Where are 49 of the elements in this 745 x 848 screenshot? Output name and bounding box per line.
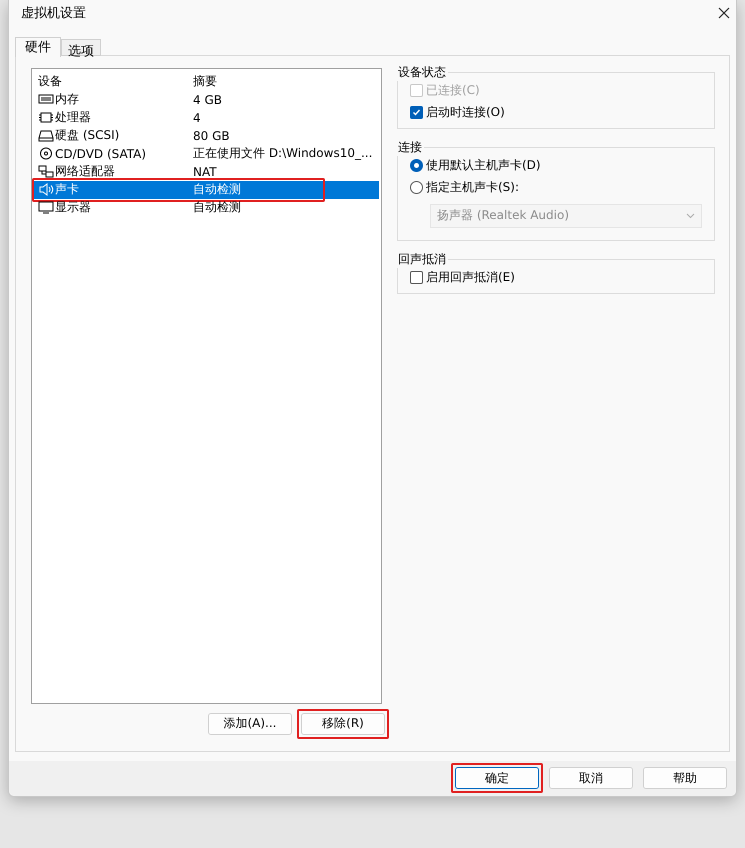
caret-icon xyxy=(686,212,695,219)
group-title: 设备状态 xyxy=(397,64,447,81)
tab[interactable]: 硬件 xyxy=(15,36,61,57)
device-name: 网络适配器 xyxy=(55,163,115,180)
checkbox-label: 启动时连接(O) xyxy=(426,104,505,121)
device-summary: 4 GB xyxy=(193,92,222,107)
device-summary: 自动检测 xyxy=(193,181,241,198)
device-row[interactable]: 显示器 自动检测 xyxy=(34,198,379,217)
checkbox-label: 已连接(C) xyxy=(426,82,480,99)
memory-icon xyxy=(38,93,54,106)
network-icon xyxy=(38,165,54,178)
device-name: 显示器 xyxy=(55,199,91,216)
group-title: 连接 xyxy=(397,138,423,156)
list-button[interactable]: 移除(R) xyxy=(297,708,389,739)
chip-icon xyxy=(38,111,54,124)
tab[interactable]: 选项 xyxy=(61,38,101,56)
monitor-icon xyxy=(38,201,54,214)
radio-label: 指定主机声卡(S): xyxy=(426,178,520,196)
device-name: CD/DVD (SATA) xyxy=(55,146,146,161)
column-header: 摘要 xyxy=(192,73,218,90)
radio-button[interactable] xyxy=(410,180,423,194)
device-row[interactable]: 网络适配器 NAT xyxy=(34,162,379,181)
dialog-button[interactable]: 确定 xyxy=(451,763,543,794)
device-name: 硬盘 (SCSI) xyxy=(55,127,120,144)
device-row[interactable]: 硬盘 (SCSI) 80 GB xyxy=(34,126,379,145)
radio-button[interactable] xyxy=(410,158,423,172)
device-summary: 自动检测 xyxy=(193,199,241,216)
device-row[interactable]: 处理器 4 xyxy=(34,108,379,127)
device-row[interactable]: 声卡 自动检测 xyxy=(34,180,379,199)
checkbox[interactable] xyxy=(410,270,423,284)
window-title: 虚拟机设置 xyxy=(21,5,86,22)
radio-label: 使用默认主机声卡(D) xyxy=(426,156,541,174)
device-summary: NAT xyxy=(193,164,217,179)
group-title: 回声抵消 xyxy=(397,250,447,268)
device-row[interactable]: CD/DVD (SATA) 正在使用文件 D:\Windows10_... xyxy=(34,144,379,163)
disc-icon xyxy=(38,147,54,160)
device-summary: 4 xyxy=(193,110,201,125)
checkbox[interactable] xyxy=(410,106,423,119)
device-row[interactable]: 内存 4 GB xyxy=(34,90,379,109)
device-name: 内存 xyxy=(55,91,79,108)
device-summary: 80 GB xyxy=(193,128,230,143)
column-header: 设备 xyxy=(37,73,63,90)
close-icon[interactable] xyxy=(718,7,730,20)
device-name: 处理器 xyxy=(55,109,91,126)
device-summary: 正在使用文件 D:\Windows10_... xyxy=(193,145,372,162)
checkbox-label: 启用回声抵消(E) xyxy=(426,268,515,286)
check-icon xyxy=(412,108,421,117)
device-name: 声卡 xyxy=(55,181,79,198)
speaker-icon xyxy=(38,183,54,196)
